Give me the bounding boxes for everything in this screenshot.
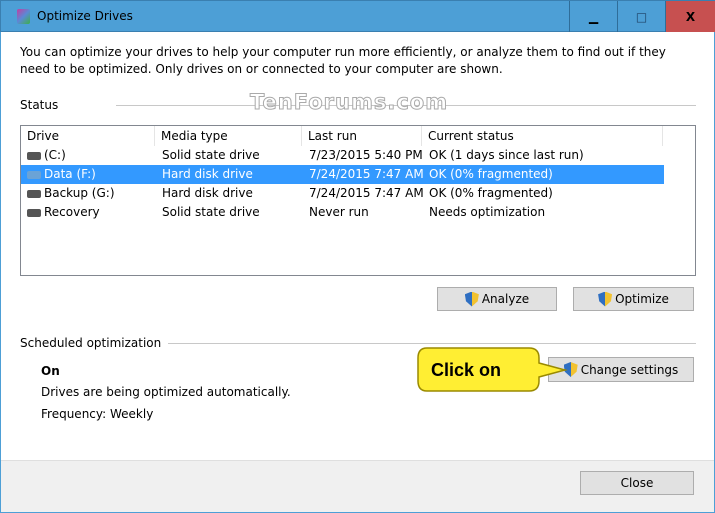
cell-last-run: 7/24/2015 7:47 AM: [309, 167, 424, 181]
cell-media: Solid state drive: [162, 205, 260, 219]
drive-row[interactable]: Backup (G:) Hard disk drive 7/24/2015 7:47…: [21, 184, 664, 203]
column-header-last-run[interactable]: Last run: [302, 126, 422, 146]
cell-media: Solid state drive: [162, 148, 260, 162]
status-label: Status: [20, 98, 59, 112]
hard-drive-icon: [27, 209, 41, 217]
shield-icon: [464, 291, 479, 307]
cell-drive: (C:): [44, 148, 66, 162]
maximize-button[interactable]: □: [617, 1, 665, 32]
column-header-media-type[interactable]: Media type: [155, 126, 302, 146]
cell-media: Hard disk drive: [162, 186, 253, 200]
change-settings-label: Change settings: [580, 362, 679, 377]
cell-status: OK (0% fragmented): [429, 186, 553, 200]
watermark: TenForums.com: [249, 90, 449, 115]
cell-last-run: 7/23/2015 5:40 PM: [309, 148, 423, 162]
close-button[interactable]: Close: [580, 471, 694, 495]
column-header-current-status[interactable]: Current status: [422, 126, 663, 146]
schedule-state: On: [41, 364, 60, 378]
drive-row[interactable]: (C:) Solid state drive 7/23/2015 5:40 PM OK…: [21, 146, 664, 165]
cell-drive: Backup (G:): [44, 186, 115, 200]
system-drive-icon: [27, 152, 41, 160]
optimize-button[interactable]: Optimize: [573, 287, 694, 311]
close-window-button[interactable]: X: [665, 1, 715, 32]
minimize-button[interactable]: ▁: [569, 1, 617, 32]
hard-drive-icon: [27, 190, 41, 198]
cell-status: Needs optimization: [429, 205, 546, 219]
scheduled-divider: [168, 343, 696, 344]
cell-status: OK (0% fragmented): [429, 167, 553, 181]
description-text: You can optimize your drives to help you…: [20, 45, 666, 76]
window-title: Optimize Drives: [37, 9, 133, 23]
callout-text: Click on: [431, 360, 502, 380]
cell-last-run: Never run: [309, 205, 369, 219]
cell-last-run: 7/24/2015 7:47 AM: [309, 186, 424, 200]
cell-drive: Data (F:): [44, 167, 96, 181]
analyze-label: Analyze: [481, 292, 530, 306]
drive-row[interactable]: Data (F:) Hard disk drive 7/24/2015 7:47 A…: [21, 165, 664, 184]
shield-icon: [598, 291, 613, 307]
cell-media: Hard disk drive: [162, 167, 253, 181]
schedule-frequency: Frequency: Weekly: [41, 407, 154, 421]
cell-drive: Recovery: [44, 205, 100, 219]
analyze-button[interactable]: Analyze: [437, 287, 557, 311]
column-header-drive[interactable]: Drive: [21, 126, 155, 146]
optimize-label: Optimize: [615, 292, 669, 306]
hard-drive-icon: [27, 171, 41, 179]
drive-row[interactable]: Recovery Solid state drive Never run Needs …: [21, 203, 664, 222]
schedule-description: Drives are being optimized automatically…: [41, 385, 291, 399]
title-bar[interactable]: Optimize Drives ▁ □ X: [0, 0, 715, 32]
app-icon: [17, 9, 30, 24]
cell-status: OK (1 days since last run): [429, 148, 584, 162]
scheduled-optimization-label: Scheduled optimization: [20, 336, 162, 350]
